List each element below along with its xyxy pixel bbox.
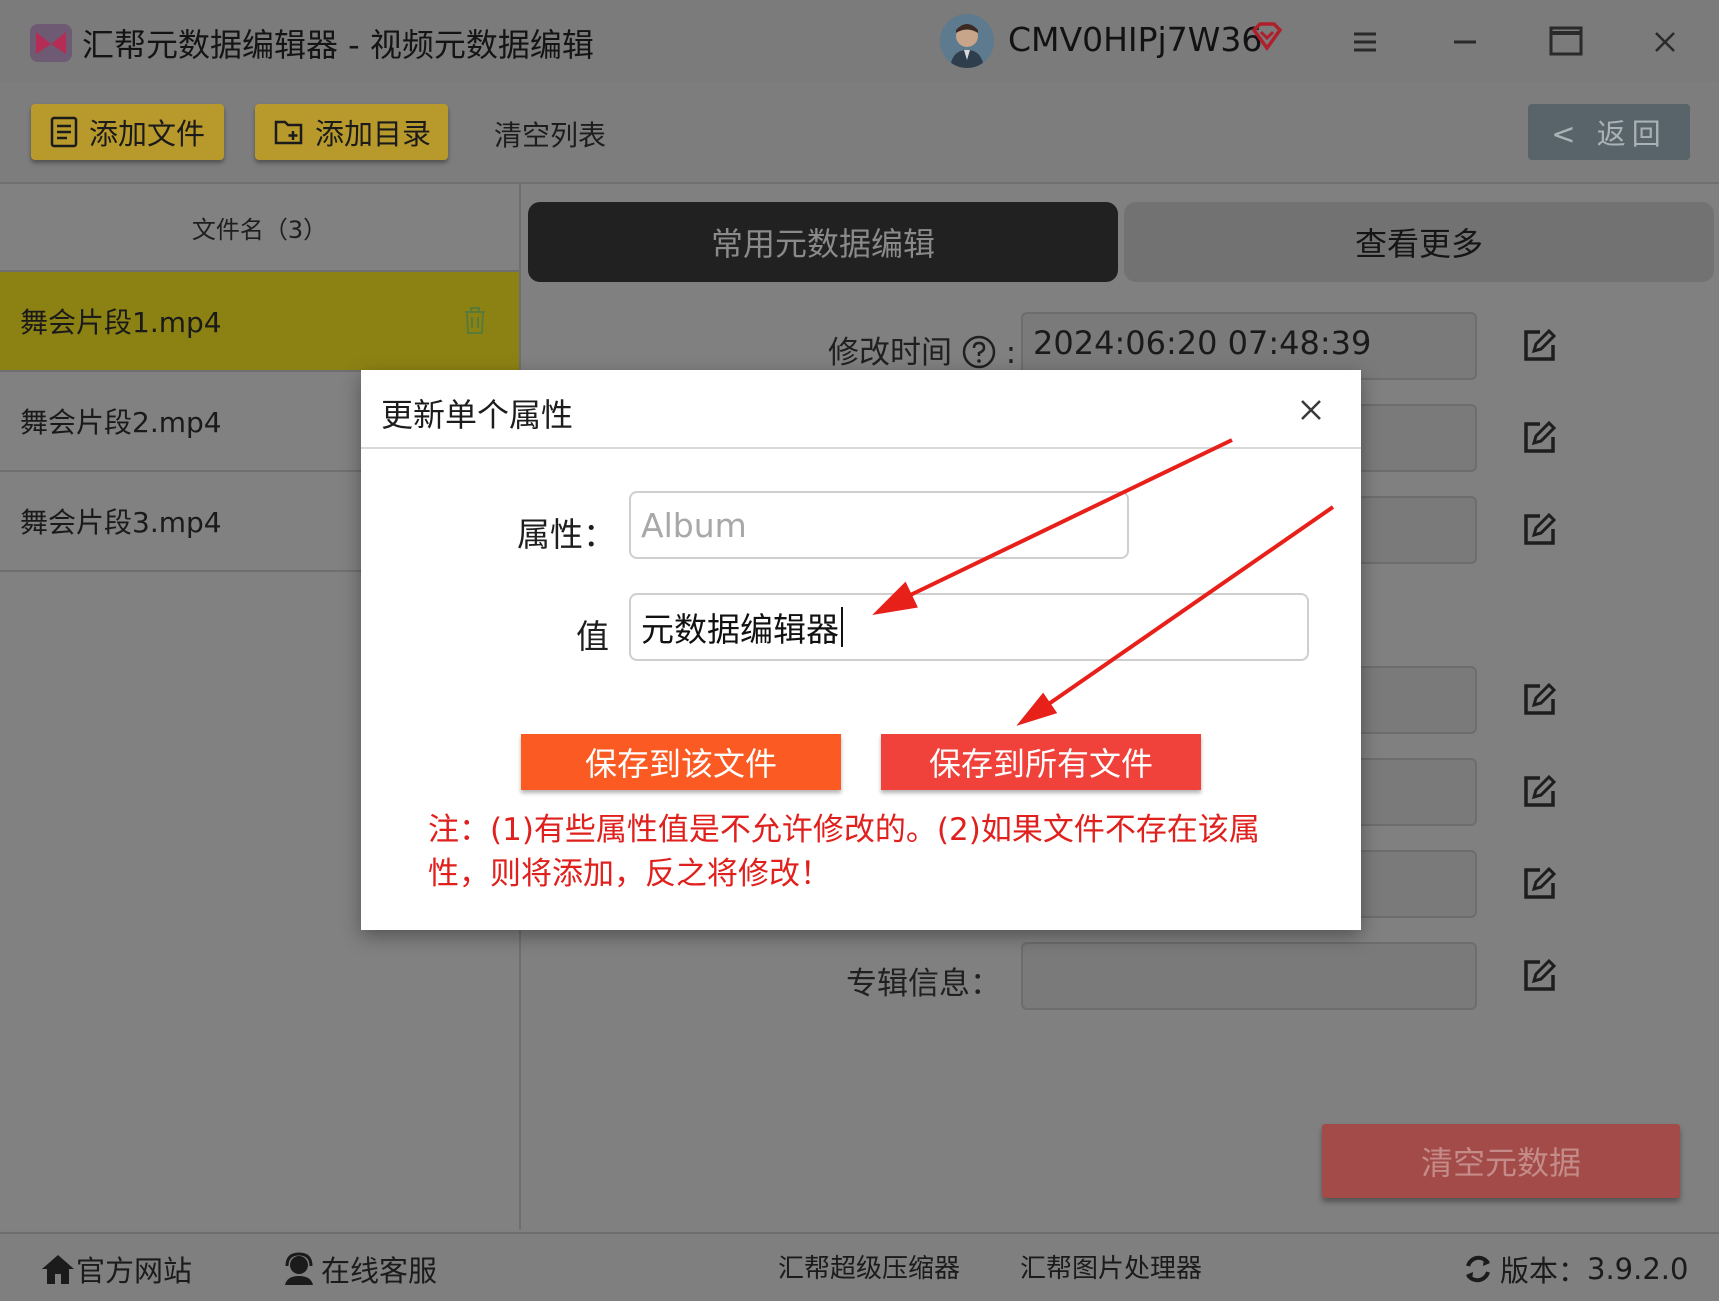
save-to-this-file-button[interactable]: 保存到该文件: [521, 734, 841, 790]
user-avatar-icon[interactable]: [940, 14, 994, 68]
vip-diamond-icon[interactable]: [1250, 20, 1284, 58]
help-icon[interactable]: [962, 335, 996, 369]
home-icon: [42, 1255, 74, 1284]
website-link[interactable]: 官方网站: [40, 1248, 192, 1290]
modified-time-label: 修改时间 :: [828, 335, 1017, 371]
file-row[interactable]: 舞会片段1.mp4: [0, 272, 519, 372]
album-info-label: 专辑信息：: [846, 966, 1001, 1002]
window-title: 汇帮元数据编辑器 - 视频元数据编辑: [82, 26, 594, 64]
value-text: 元数据编辑器: [641, 610, 839, 649]
headset-icon: [285, 1252, 313, 1285]
dialog-note: 注：(1)有些属性值是不允许修改的。(2)如果文件不存在该属 性，则将添加，反之…: [428, 808, 1308, 896]
version-info[interactable]: 版本： 3.9.2.0: [1462, 1248, 1688, 1290]
image-tool-link[interactable]: 汇帮图片处理器: [1020, 1248, 1202, 1285]
delete-trash-icon[interactable]: [462, 305, 488, 339]
folder-add-icon: [274, 120, 303, 145]
add-file-label: 添加文件: [89, 117, 206, 151]
app-logo-icon: [30, 24, 72, 62]
close-window-icon[interactable]: [1640, 20, 1690, 64]
file-list-header: 文件名（3）: [0, 184, 519, 272]
value-label: 值: [576, 617, 609, 656]
clear-list-button[interactable]: 清空列表: [494, 114, 606, 154]
edit-icon[interactable]: [1520, 327, 1558, 369]
edit-icon[interactable]: [1520, 419, 1558, 461]
dialog-title: 更新单个属性: [381, 396, 574, 434]
edit-icon[interactable]: [1520, 865, 1558, 907]
edit-icon[interactable]: [1520, 681, 1558, 723]
edit-icon[interactable]: [1520, 511, 1558, 553]
file-name: 舞会片段2.mp4: [20, 406, 222, 439]
tab-view-more[interactable]: 查看更多: [1124, 202, 1714, 282]
minimize-icon[interactable]: [1440, 20, 1490, 64]
edit-icon[interactable]: [1520, 957, 1558, 999]
support-link[interactable]: 在线客服: [281, 1248, 437, 1290]
tab-common-metadata[interactable]: 常用元数据编辑: [528, 202, 1118, 282]
file-name: 舞会片段3.mp4: [20, 506, 222, 539]
close-icon[interactable]: [1296, 395, 1326, 429]
back-button[interactable]: < 返回: [1528, 104, 1690, 160]
menu-icon[interactable]: [1340, 20, 1390, 64]
file-icon: [50, 116, 78, 148]
file-name: 舞会片段1.mp4: [20, 306, 222, 339]
compressor-link[interactable]: 汇帮超级压缩器: [778, 1248, 960, 1285]
value-input[interactable]: 元数据编辑器: [629, 593, 1309, 661]
username: CMV0HIPj7W36: [1008, 20, 1263, 59]
refresh-icon: [1466, 1255, 1490, 1283]
save-to-all-files-button[interactable]: 保存到所有文件: [881, 734, 1201, 790]
note-line-1: 注：(1)有些属性值是不允许修改的。(2)如果文件不存在该属: [428, 812, 1260, 848]
note-line-2: 性，则将添加，反之将修改！: [428, 856, 831, 892]
add-folder-label: 添加目录: [315, 117, 432, 151]
text-caret: [841, 607, 843, 647]
attribute-placeholder: Album: [641, 505, 747, 545]
maximize-icon[interactable]: [1540, 20, 1590, 64]
clear-metadata-button[interactable]: 清空元数据: [1322, 1124, 1680, 1198]
album-info-input[interactable]: [1021, 942, 1477, 1010]
add-folder-button[interactable]: 添加目录: [255, 104, 448, 160]
add-file-button[interactable]: 添加文件: [31, 104, 224, 160]
edit-icon[interactable]: [1520, 773, 1558, 815]
attribute-label: 属性：: [517, 515, 616, 554]
dialog-divider: [361, 447, 1361, 449]
attribute-input[interactable]: Album: [629, 491, 1129, 559]
